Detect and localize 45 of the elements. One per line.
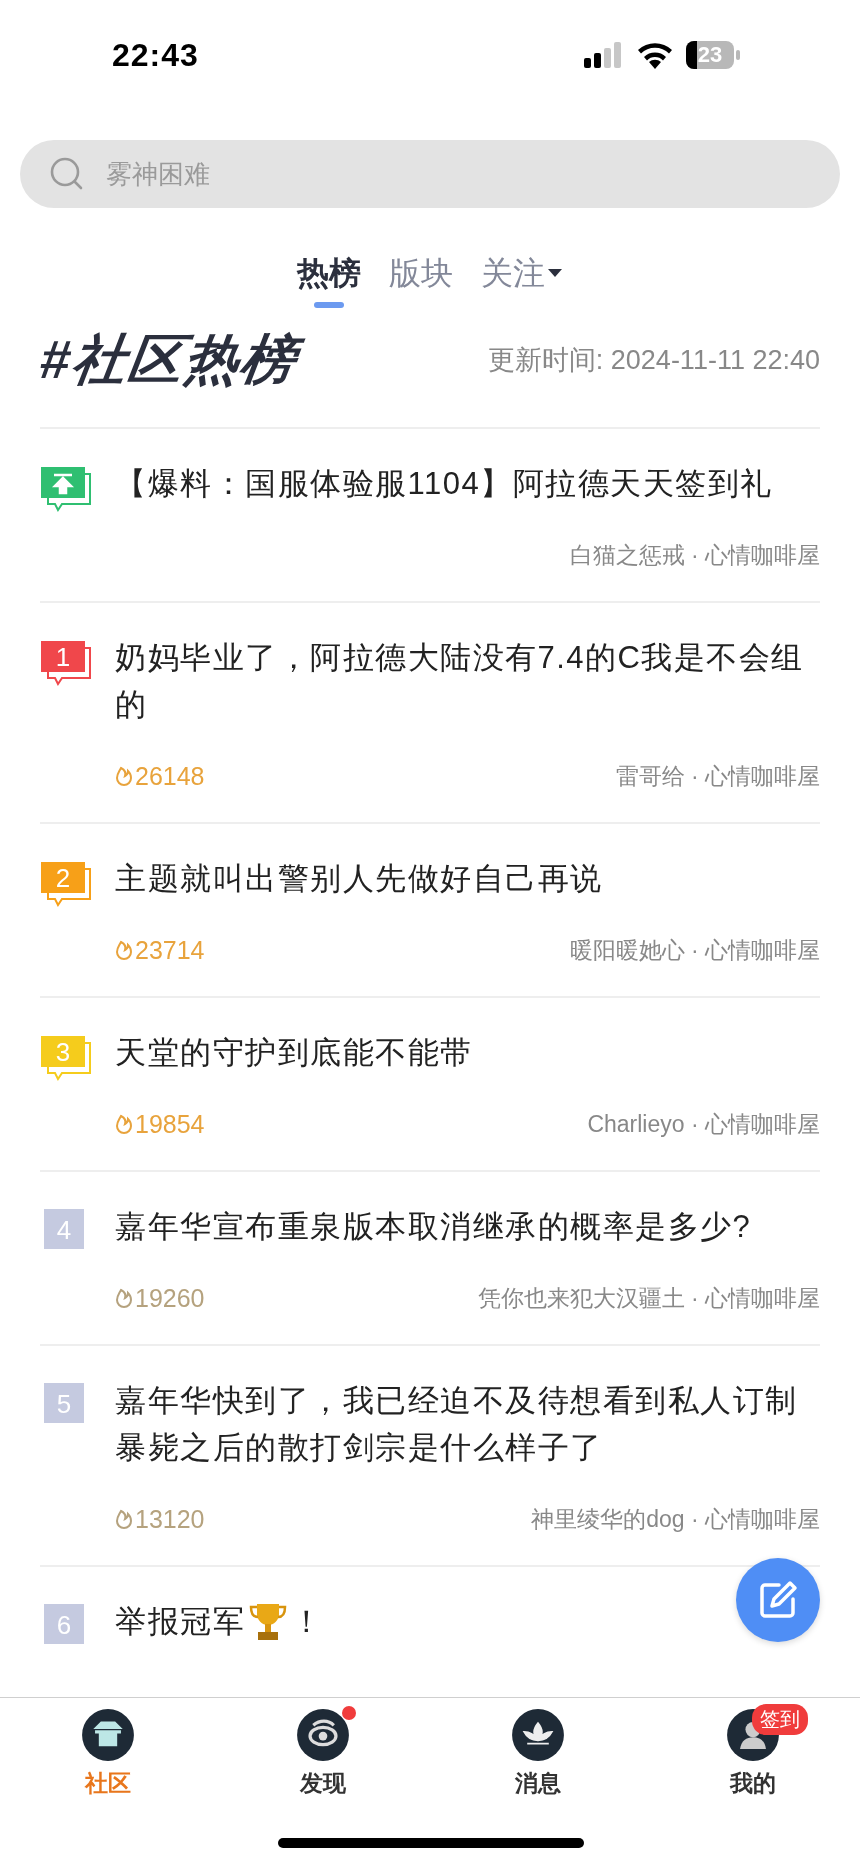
heat-count: 13120 — [115, 1504, 205, 1534]
post-title[interactable]: 天堂的守护到底能不能带 — [115, 1029, 820, 1076]
rank-badge: 4 — [44, 1209, 84, 1249]
flame-icon — [115, 1113, 133, 1135]
author-board: 白猫之惩戒 · 心情咖啡屋 — [569, 540, 820, 570]
post-title[interactable]: 嘉年华快到了，我已经迫不及待想看到私人订制暴毙之后的散打剑宗是什么样子了 — [115, 1377, 820, 1471]
post-title[interactable]: 举报冠军 — [115, 1598, 245, 1645]
flame-icon — [115, 1287, 133, 1309]
tab[interactable]: 版块 — [389, 246, 453, 310]
nav-tab[interactable]: 消息 — [430, 1708, 645, 1799]
pavilion-icon — [80, 1708, 135, 1762]
heat-count: 26148 — [115, 761, 205, 791]
post-title[interactable]: 嘉年华宣布重泉版本取消继承的概率是多少? — [115, 1203, 820, 1250]
checkin-badge: 签到 — [751, 1704, 808, 1735]
post-title[interactable]: 【爆料：国服体验服1104】阿拉德天天签到礼 — [115, 460, 820, 507]
flame-icon — [115, 765, 133, 787]
heat-count: 19854 — [115, 1109, 205, 1139]
author-board: 凭你也来犯大汉疆土 · 心情咖啡屋 — [477, 1283, 820, 1313]
lotus-icon — [510, 1708, 565, 1762]
author-board: 神里绫华的dog · 心情咖啡屋 — [531, 1504, 820, 1534]
update-time: 更新时间: 2024-11-11 22:40 — [487, 344, 820, 377]
search-icon — [50, 157, 84, 191]
flame-icon — [115, 1508, 133, 1530]
author-board: 暖阳暖她心 · 心情咖啡屋 — [569, 935, 820, 965]
rank-badge: 6 — [44, 1604, 84, 1644]
author-board: 雷哥给 · 心情咖啡屋 — [615, 761, 820, 791]
clock-time: 22:43 — [112, 36, 199, 74]
tab[interactable]: 关注 — [481, 246, 563, 310]
rank-badge: 5 — [44, 1383, 84, 1423]
author-board: Charlieyo · 心情咖啡屋 — [587, 1109, 820, 1139]
search-field[interactable]: 雾神困难 — [20, 140, 840, 208]
heat-count: 23714 — [115, 935, 205, 965]
wifi-icon — [636, 41, 674, 69]
edit-icon — [757, 1579, 799, 1621]
compose-button[interactable] — [736, 1558, 820, 1642]
eye-icon — [295, 1708, 350, 1762]
post-title[interactable]: 奶妈毕业了，阿拉德大陆没有7.4的C我是不会组的 — [115, 634, 820, 728]
post-title[interactable]: 主题就叫出警别人先做好自己再说 — [115, 855, 820, 902]
flame-icon — [115, 939, 133, 961]
tab[interactable]: 热榜 — [297, 246, 361, 310]
pinned-icon — [40, 466, 92, 514]
nav-tab[interactable]: 发现 — [215, 1708, 430, 1799]
heat-count: 19260 — [115, 1283, 205, 1313]
exclamation-mark: ！ — [291, 1603, 324, 1641]
signal-icon — [584, 42, 624, 68]
